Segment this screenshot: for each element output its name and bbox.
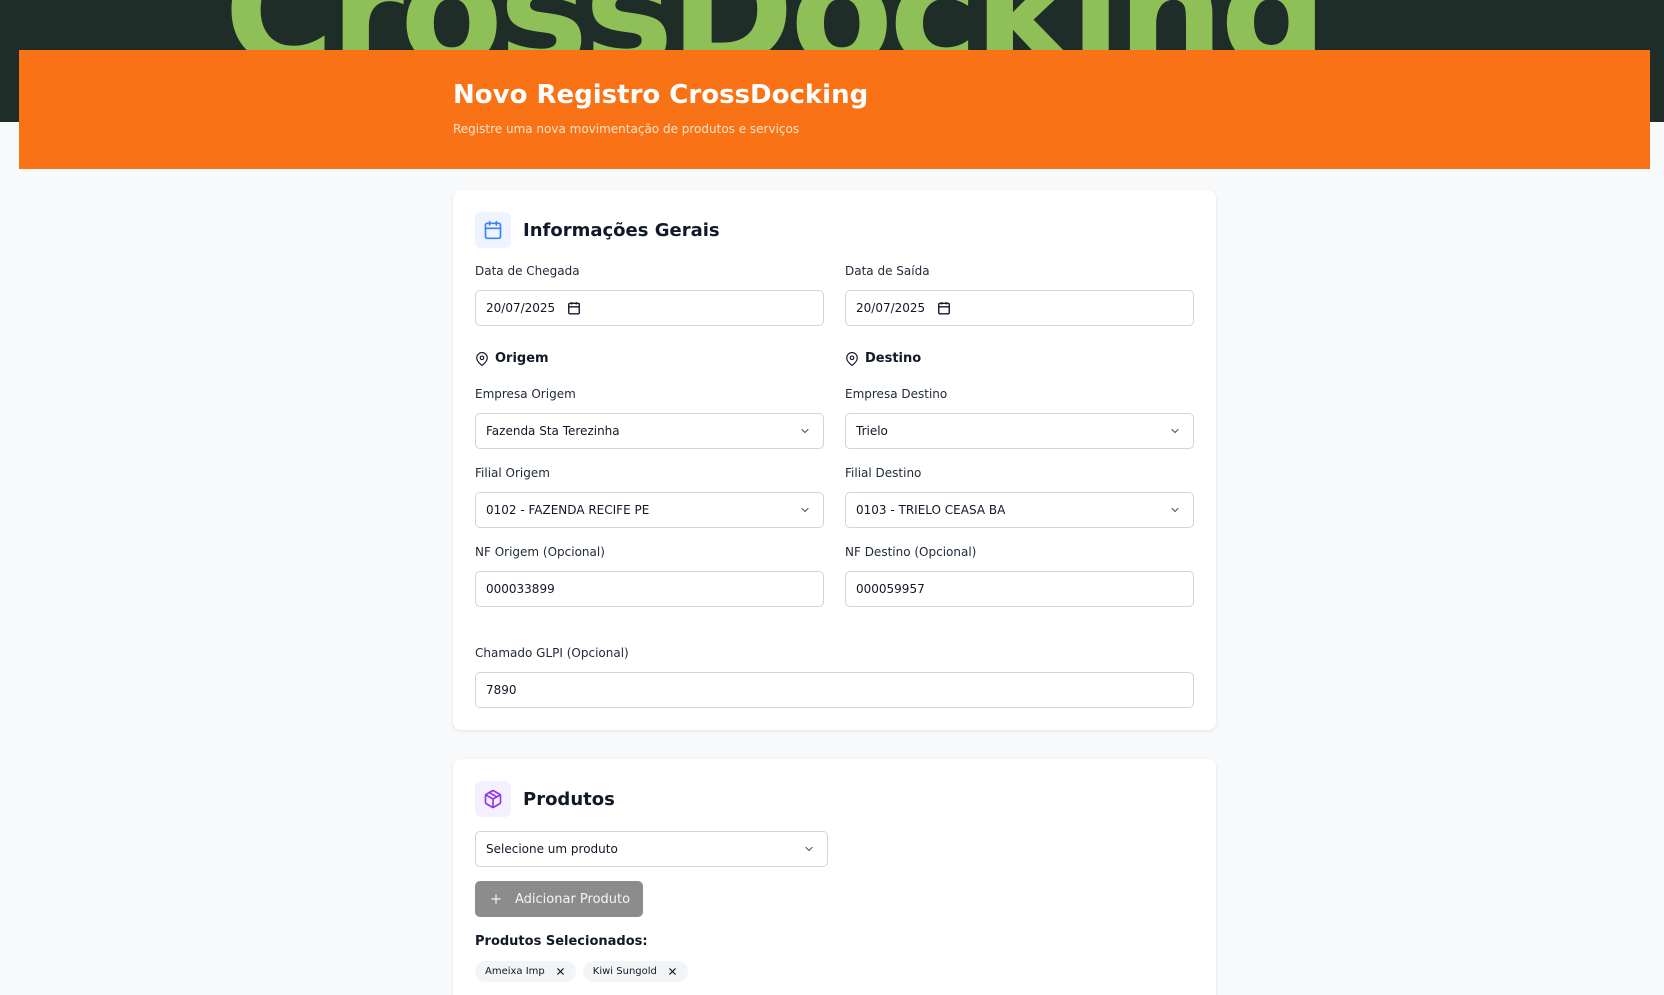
chevron-down-icon	[1171, 507, 1179, 513]
arrival-date-input[interactable]: 20/07/2025	[475, 290, 824, 326]
destination-nf-label: NF Destino (Opcional)	[845, 545, 977, 559]
add-product-button[interactable]: Adicionar Produto	[475, 881, 643, 917]
chevron-down-icon	[801, 428, 809, 434]
origin-section-label: Origem	[495, 351, 549, 366]
chevron-down-icon	[1171, 428, 1179, 434]
map-pin-icon	[846, 351, 858, 366]
glpi-ticket-value: 7890	[486, 683, 517, 697]
calendar-picker-icon[interactable]	[567, 301, 581, 315]
origin-company-label: Empresa Origem	[475, 387, 576, 401]
product-chip-label: Ameixa Imp	[485, 966, 545, 977]
selected-products-title: Produtos Selecionados:	[475, 934, 648, 949]
destination-branch-value: 0103 - TRIELO CEASA BA	[856, 503, 1006, 517]
general-info-header: Informações Gerais	[475, 212, 720, 248]
general-info-card: Informações Gerais Data de Chegada Data …	[453, 190, 1216, 730]
glpi-ticket-input[interactable]: 7890	[475, 672, 1194, 708]
origin-nf-value: 000033899	[486, 582, 555, 596]
arrival-date-label: Data de Chegada	[475, 264, 580, 278]
product-chip: Ameixa Imp	[475, 961, 576, 982]
origin-nf-input[interactable]: 000033899	[475, 571, 824, 607]
origin-company-select[interactable]: Fazenda Sta Terezinha	[475, 413, 824, 449]
origin-nf-label: NF Origem (Opcional)	[475, 545, 605, 559]
add-product-label: Adicionar Produto	[515, 891, 631, 907]
destination-branch-label: Filial Destino	[845, 466, 922, 480]
destination-branch-select[interactable]: 0103 - TRIELO CEASA BA	[845, 492, 1194, 528]
origin-branch-label: Filial Origem	[475, 466, 550, 480]
package-icon	[475, 781, 511, 817]
calendar-icon	[475, 212, 511, 248]
glpi-ticket-label: Chamado GLPI (Opcional)	[475, 646, 629, 660]
destination-section-label: Destino	[865, 351, 922, 366]
chevron-down-icon	[805, 846, 813, 852]
destination-nf-value: 000059957	[856, 582, 925, 596]
origin-branch-select[interactable]: 0102 - FAZENDA RECIFE PE	[475, 492, 824, 528]
destination-nf-input[interactable]: 000059957	[845, 571, 1194, 607]
products-card: Produtos Selecione um produto Adicionar …	[453, 759, 1216, 995]
arrival-date-value: 20/07/2025	[486, 301, 556, 315]
departure-date-input[interactable]: 20/07/2025	[845, 290, 1194, 326]
plus-icon	[491, 894, 501, 904]
page-header: Novo Registro CrossDocking Registre uma …	[19, 50, 1650, 169]
origin-section-heading: Origem	[475, 351, 549, 366]
destination-company-label: Empresa Destino	[845, 387, 948, 401]
page-title: Novo Registro CrossDocking	[453, 80, 869, 110]
chevron-down-icon	[801, 507, 809, 513]
departure-date-label: Data de Saída	[845, 264, 930, 278]
product-chip-label: Kiwi Sungold	[592, 966, 657, 977]
product-chip: Kiwi Sungold	[582, 961, 688, 982]
destination-section-heading: Destino	[845, 351, 921, 366]
origin-branch-value: 0102 - FAZENDA RECIFE PE	[486, 503, 650, 517]
product-select[interactable]: Selecione um produto	[475, 831, 828, 867]
map-pin-icon	[476, 351, 488, 366]
general-info-title: Informações Gerais	[523, 219, 720, 241]
close-icon[interactable]	[667, 966, 678, 977]
destination-company-value: Trielo	[856, 424, 888, 438]
origin-company-value: Fazenda Sta Terezinha	[486, 424, 620, 438]
departure-date-value: 20/07/2025	[856, 301, 926, 315]
products-title: Produtos	[523, 788, 615, 810]
products-header: Produtos	[475, 781, 615, 817]
calendar-picker-icon[interactable]	[937, 301, 951, 315]
product-select-placeholder: Selecione um produto	[486, 842, 618, 856]
selected-products-list: Ameixa Imp Kiwi Sungold	[475, 961, 688, 982]
close-icon[interactable]	[555, 966, 566, 977]
destination-company-select[interactable]: Trielo	[845, 413, 1194, 449]
page-subtitle: Registre uma nova movimentação de produt…	[453, 122, 800, 136]
